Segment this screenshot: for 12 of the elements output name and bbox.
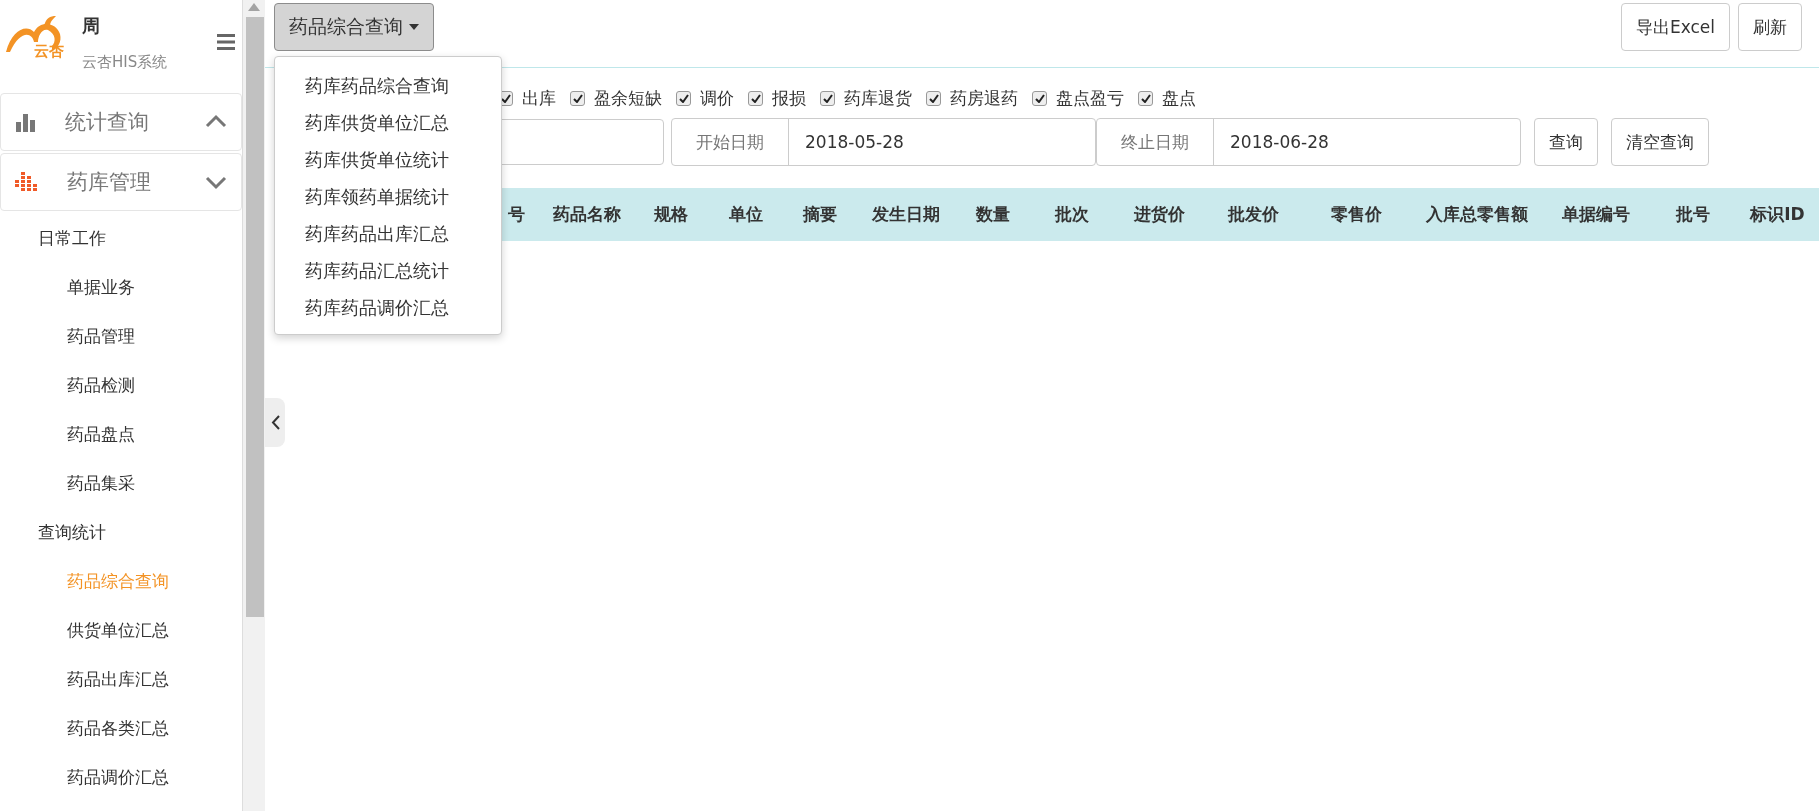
checkbox-label: 调价: [700, 86, 734, 110]
sidebar-group-label: 查询统计: [37, 521, 107, 544]
checkbox-label: 盈余短缺: [594, 86, 662, 110]
system-name: 云杏HIS系统: [82, 53, 168, 72]
checkbox-label: 盘点: [1162, 86, 1196, 110]
user-name: 周: [82, 14, 101, 38]
checkbox-label: 药库退货: [844, 86, 912, 110]
checkbox-label: 报损: [772, 86, 806, 110]
checkbox-label: 药房退药: [950, 86, 1018, 110]
checkbox-label: 盘点盈亏: [1056, 86, 1124, 110]
checkbox-label: 出库: [522, 86, 556, 110]
sidebar-group-label: 日常工作: [37, 227, 107, 250]
